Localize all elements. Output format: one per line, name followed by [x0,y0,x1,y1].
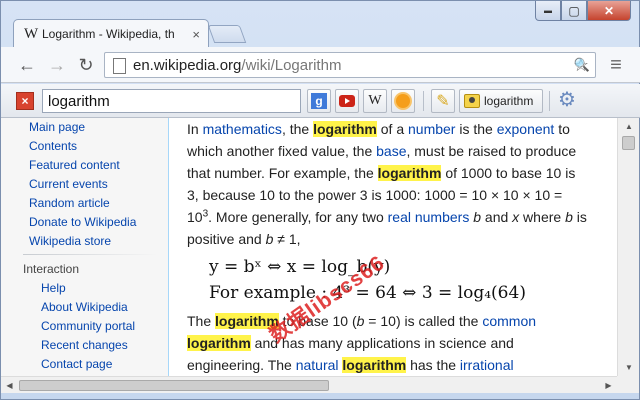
highlighted-term: logarithm [377,165,442,181]
sidebar-link-help[interactable]: Help [41,281,66,295]
minimize-button[interactable]: ▬ [535,1,561,21]
sidebar-link-donate[interactable]: Donate to Wikipedia [29,215,136,229]
vertical-scroll-thumb[interactable] [622,136,635,150]
window-controls: ▬ ▢ ✕ [535,1,631,21]
section-divider [23,254,157,255]
forward-button[interactable]: → [45,54,69,76]
toolbar-separator [549,91,550,111]
scroll-right-arrow-icon[interactable]: ▶ [600,377,617,394]
horizontal-scroll-thumb[interactable] [19,380,329,391]
variable: b [565,209,573,225]
link-mathematics[interactable]: mathematics [203,121,282,137]
sidebar-link-community-portal[interactable]: Community portal [41,319,135,333]
sidebar-link-contact[interactable]: Contact page [41,357,112,371]
new-tab-button[interactable] [207,25,247,43]
search-icon[interactable]: 🔍 [571,54,593,76]
wikipedia-search-button[interactable]: W [363,89,387,113]
text: The [187,313,216,329]
page-content: Main page Contents Featured content Curr… [1,118,617,376]
wikipedia-favicon-icon: W [24,25,39,42]
highlight-term-button[interactable]: logarithm [459,89,543,113]
variable: b [473,209,482,225]
common-log-paragraph: The logarithm to base 10 (b = 10) is cal… [187,310,587,376]
close-search-bar-button[interactable]: × [16,92,34,110]
pen-icon: ✎ [436,93,450,110]
text: where [519,209,566,225]
url-path: /wiki/Logarithm [241,56,342,74]
horizontal-scrollbar[interactable]: ◀ ▶ [1,376,617,393]
url-host: en.wikipedia.org [133,56,242,74]
sidebar-link-current-events[interactable]: Current events [29,177,108,191]
browser-window: W Logarithm - Wikipedia, th × ▬ ▢ ✕ ← → … [0,0,640,400]
scroll-up-arrow-icon[interactable]: ▲ [618,118,640,135]
link-number[interactable]: number [408,121,455,137]
tab-strip: W Logarithm - Wikipedia, th × ▬ ▢ ✕ [1,1,640,48]
extension-search-bar: × g W ✎ logarithm ⚙ [1,84,640,118]
tab-close-icon[interactable]: × [192,27,200,42]
highlighted-term: logarithm [342,357,407,373]
sidebar-link-random-article[interactable]: Random article [29,196,110,210]
text: , the [281,121,314,137]
page-icon [111,57,127,74]
link-exponent[interactable]: exponent [497,121,555,137]
link-base[interactable]: base [376,143,406,159]
sun-search-button[interactable] [391,89,415,113]
close-window-button[interactable]: ✕ [587,1,631,21]
google-search-button[interactable]: g [307,89,331,113]
text: has the [406,357,460,373]
maximize-button[interactable]: ▢ [561,1,587,21]
vertical-scrollbar[interactable]: ▲ ▼ [617,118,639,376]
text: and [481,209,513,225]
chrome-menu-icon[interactable]: ≡ [605,54,627,76]
interaction-heading: Interaction [23,262,80,276]
article-body: In mathematics, the logarithm of a numbe… [187,118,587,376]
scroll-down-arrow-icon[interactable]: ▼ [618,359,640,376]
text: In [187,121,203,137]
sidebar-link-store[interactable]: Wikipedia store [29,234,111,248]
highlighter-button[interactable]: ✎ [431,89,455,113]
highlighted-term: logarithm [313,121,377,137]
sidebar-link-main-page[interactable]: Main page [29,120,85,134]
text: of a [376,121,408,137]
link-common[interactable]: common [482,313,536,329]
scroll-left-arrow-icon[interactable]: ◀ [1,377,18,394]
math-definition: y = bˣ ⇔ x = log_b(y) [209,257,391,277]
intro-paragraph: In mathematics, the logarithm of a numbe… [187,118,587,250]
highlight-marker-icon [464,94,480,108]
highlighted-term: logarithm [187,335,251,351]
google-icon: g [311,93,327,109]
wiki-sidebar: Main page Contents Featured content Curr… [1,118,169,376]
math-example: For example : 4³ = 64 ⇔ 3 = log₄(64) [209,283,526,303]
browser-toolbar: ← → ↻ en.wikipedia.org/wiki/Logarithm ☆ … [1,47,640,83]
sidebar-link-about[interactable]: About Wikipedia [41,300,128,314]
toolbar-separator [423,91,424,111]
text: . More generally, for any two [208,209,388,225]
address-bar[interactable]: en.wikipedia.org/wiki/Logarithm ☆ [104,52,596,78]
extension-search-input[interactable] [42,89,301,113]
text: is the [455,121,497,137]
reload-button[interactable]: ↻ [74,54,98,76]
youtube-icon [339,95,355,107]
sun-icon [396,94,410,108]
tab-logarithm[interactable]: W Logarithm - Wikipedia, th × [13,19,209,48]
text: = 10) is called the [364,313,483,329]
back-button[interactable]: ← [15,54,39,76]
sidebar-link-recent-changes[interactable]: Recent changes [41,338,128,352]
scrollbar-corner [617,376,639,393]
wikipedia-icon: W [368,93,382,108]
text: ≠ 1, [273,231,301,247]
gear-icon[interactable]: ⚙ [556,89,578,111]
link-natural[interactable]: natural [296,357,339,373]
tab-title: Logarithm - Wikipedia, th [42,27,175,41]
highlight-term-label: logarithm [484,94,534,108]
link-irrational[interactable]: irrational [460,357,514,373]
sidebar-link-featured-content[interactable]: Featured content [29,158,120,172]
link-real-numbers[interactable]: real numbers [388,209,470,225]
youtube-search-button[interactable] [335,89,359,113]
sidebar-link-contents[interactable]: Contents [29,139,77,153]
